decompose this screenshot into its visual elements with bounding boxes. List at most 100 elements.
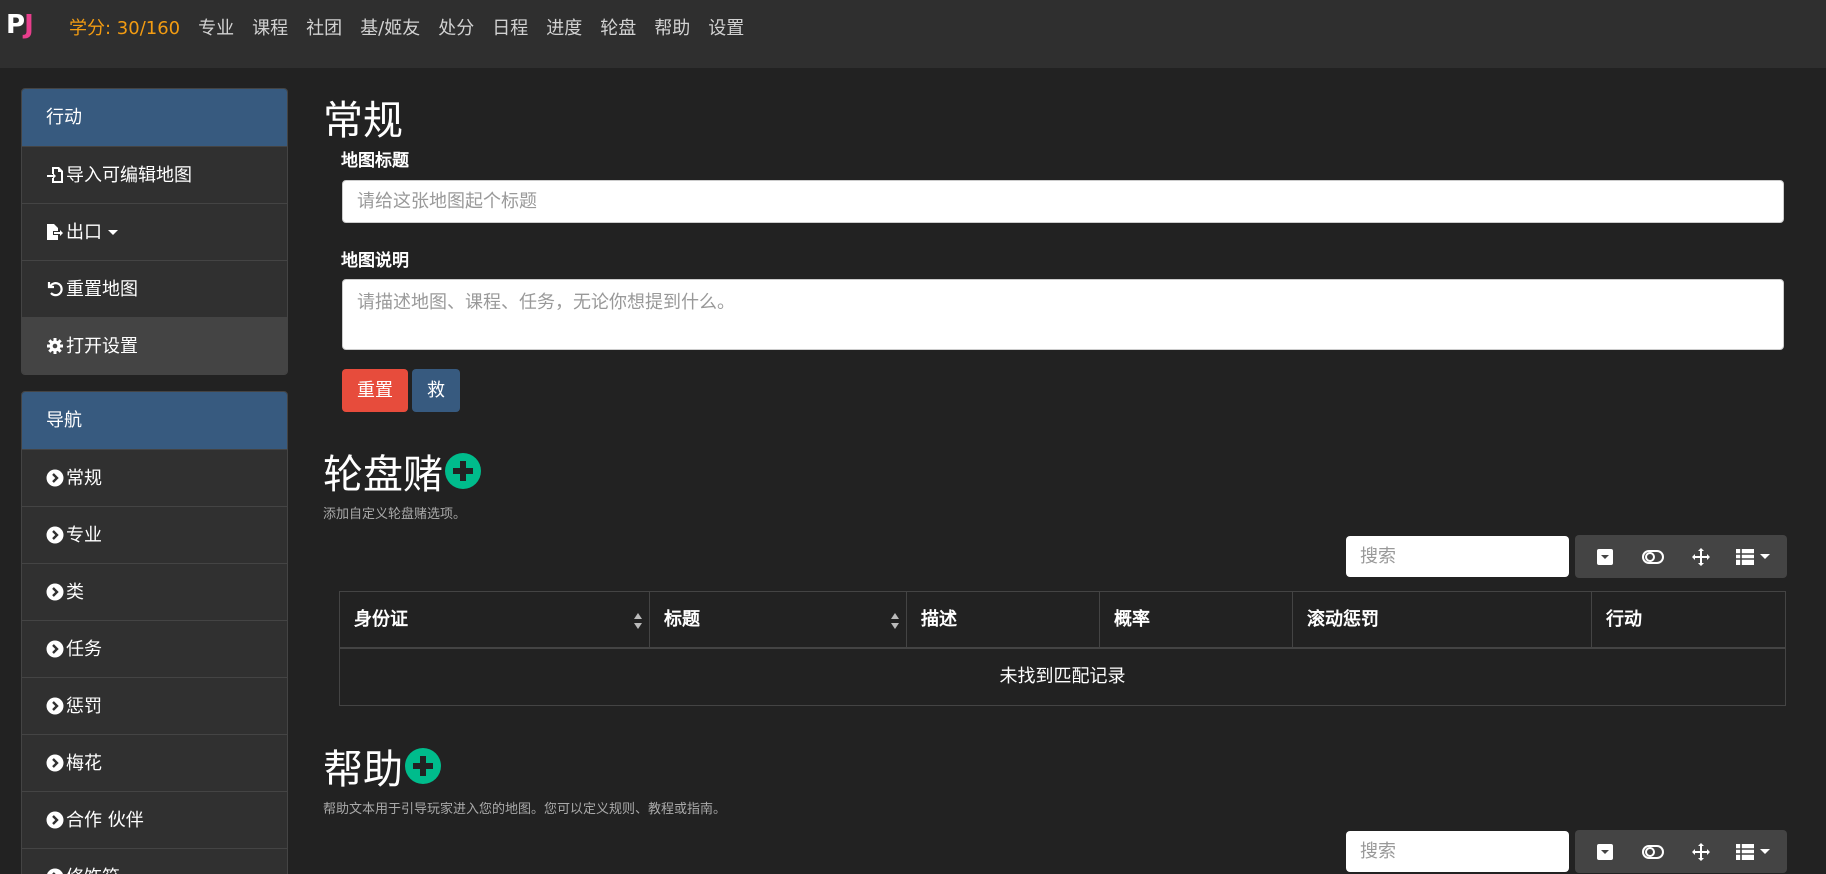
arrows-move-icon[interactable]: [1681, 542, 1721, 572]
sidebar-item-label: 梅花: [66, 752, 102, 774]
open-settings-label: 打开设置: [66, 335, 138, 357]
help-description: 帮助文本用于引导玩家进入您的地图。您可以定义规则、教程或指南。: [323, 802, 727, 817]
column-header-description: 描述: [907, 592, 1100, 647]
sidebar-item-label: 合作 伙伴: [66, 809, 144, 831]
roulette-search-input[interactable]: 搜索: [1346, 536, 1569, 577]
reset-button[interactable]: 重置: [342, 369, 408, 412]
chevron-circle-right-icon: [46, 697, 64, 715]
help-heading-row: 帮助: [323, 737, 441, 795]
sidebar-item-partners[interactable]: 合作 伙伴: [22, 791, 287, 848]
actions-panel-title: 行动: [22, 89, 287, 146]
chevron-down-icon: [1760, 554, 1770, 559]
sidebar-item-label: 专业: [66, 524, 102, 546]
gear-icon: [46, 337, 64, 355]
export-label: 出口: [66, 221, 102, 243]
roulette-table: 身份证 标题 描述 概率 滚动惩罚 行动 未找到匹配记录: [339, 591, 1786, 706]
chevron-down-icon: [1760, 849, 1770, 854]
sidebar-item-label: 惩罚: [66, 695, 102, 717]
sidebar-item-label: 修饰符: [66, 850, 120, 874]
table-header-row: 身份证 标题 描述 概率 滚动惩罚 行动: [340, 592, 1785, 649]
brand-letter-j: J: [24, 10, 34, 40]
chevron-circle-right-icon: [46, 469, 64, 487]
roulette-heading: 轮盘赌: [323, 452, 443, 498]
nav-item-progress[interactable]: 进度: [546, 14, 582, 40]
sidebar-item-punishments[interactable]: 惩罚: [22, 677, 287, 734]
column-header-id[interactable]: 身份证: [340, 592, 650, 647]
chevron-down-icon: [108, 229, 118, 235]
actions-panel: 行动 导入可编辑地图 出口 重置地图 打开设置: [21, 88, 288, 375]
import-map-button[interactable]: 导入可编辑地图: [22, 146, 287, 203]
sidebar-item-classes[interactable]: 类: [22, 563, 287, 620]
collapse-icon[interactable]: [1585, 837, 1625, 867]
column-header-probability: 概率: [1100, 592, 1293, 647]
column-header-label: 标题: [664, 609, 700, 630]
sidebar-item-label: 任务: [66, 638, 102, 660]
brand-letter-p: P: [6, 10, 25, 40]
credits-indicator[interactable]: 学分: 30/160: [69, 14, 180, 40]
column-header-title[interactable]: 标题: [650, 592, 907, 647]
roulette-heading-row: 轮盘赌: [323, 442, 481, 500]
help-table-toolbar: [1575, 830, 1787, 873]
chevron-circle-right-icon: [46, 868, 64, 874]
nav-item-punishments[interactable]: 处分: [438, 14, 474, 40]
help-heading: 帮助: [323, 747, 403, 793]
chevron-circle-right-icon: [46, 754, 64, 772]
chevron-circle-right-icon: [46, 526, 64, 544]
navigation-panel: 导航 常规 专业 类 任务 惩罚 梅花 合作 伙伴 修饰符: [21, 391, 288, 874]
toggle-icon[interactable]: [1633, 837, 1673, 867]
collapse-icon[interactable]: [1585, 542, 1625, 572]
empty-table-message: 未找到匹配记录: [999, 666, 1126, 687]
general-section: 常规: [323, 88, 1786, 146]
import-map-label: 导入可编辑地图: [66, 164, 192, 186]
sidebar-item-label: 常规: [66, 467, 102, 489]
add-roulette-icon[interactable]: [445, 453, 481, 489]
sort-icon: [634, 613, 642, 629]
general-heading: 常规: [323, 98, 403, 144]
chevron-circle-right-icon: [46, 811, 64, 829]
column-header-actions: 行动: [1606, 609, 1642, 630]
columns-dropdown-icon[interactable]: [1729, 542, 1777, 572]
map-description-label: 地图说明: [341, 251, 409, 271]
roulette-table-toolbar: [1575, 535, 1787, 578]
nav-item-schedule[interactable]: 日程: [492, 14, 528, 40]
column-header-label: 身份证: [354, 609, 408, 630]
map-title-input[interactable]: 请给这张地图起个标题: [342, 180, 1784, 223]
nav-item-clubs[interactable]: 社团: [306, 14, 342, 40]
nav-menu: 学分: 30/160 专业 课程 社团 基/姬友 处分 日程 进度 轮盘 帮助 …: [69, 14, 762, 40]
columns-dropdown-icon[interactable]: [1729, 837, 1777, 867]
reset-map-label: 重置地图: [66, 278, 138, 300]
file-import-icon: [46, 166, 64, 184]
file-export-icon: [46, 223, 64, 241]
nav-item-help[interactable]: 帮助: [654, 14, 690, 40]
export-dropdown[interactable]: 出口: [22, 203, 287, 260]
sidebar-item-major[interactable]: 专业: [22, 506, 287, 563]
nav-item-major[interactable]: 专业: [198, 14, 234, 40]
brand-logo[interactable]: PJ: [6, 10, 34, 40]
nav-item-roulette[interactable]: 轮盘: [600, 14, 636, 40]
roulette-description: 添加自定义轮盘赌选项。: [323, 507, 467, 522]
map-title-label: 地图标题: [341, 151, 409, 171]
sidebar-item-modifiers[interactable]: 修饰符: [22, 848, 287, 874]
sidebar-item-general[interactable]: 常规: [22, 449, 287, 506]
reset-map-button[interactable]: 重置地图: [22, 260, 287, 317]
nav-item-friends[interactable]: 基/姬友: [360, 14, 420, 40]
chevron-circle-right-icon: [46, 583, 64, 601]
help-search-input[interactable]: 搜索: [1346, 831, 1569, 872]
add-help-icon[interactable]: [405, 748, 441, 784]
open-settings-button[interactable]: 打开设置: [22, 317, 287, 374]
navigation-panel-title: 导航: [22, 392, 287, 449]
sidebar-item-label: 类: [66, 581, 84, 603]
chevron-circle-right-icon: [46, 640, 64, 658]
arrows-move-icon[interactable]: [1681, 837, 1721, 867]
save-button[interactable]: 救: [412, 369, 460, 412]
column-header-roll-punishment: 滚动惩罚: [1293, 592, 1592, 647]
top-navbar: PJ 学分: 30/160 专业 课程 社团 基/姬友 处分 日程 进度 轮盘 …: [0, 0, 1826, 68]
sidebar-item-tasks[interactable]: 任务: [22, 620, 287, 677]
nav-item-courses[interactable]: 课程: [252, 14, 288, 40]
nav-item-settings[interactable]: 设置: [708, 14, 744, 40]
sidebar-item-clubs[interactable]: 梅花: [22, 734, 287, 791]
map-description-textarea[interactable]: 请描述地图、课程、任务，无论你想提到什么。: [342, 279, 1784, 350]
undo-icon: [46, 280, 64, 298]
sort-icon: [891, 613, 899, 629]
toggle-icon[interactable]: [1633, 542, 1673, 572]
